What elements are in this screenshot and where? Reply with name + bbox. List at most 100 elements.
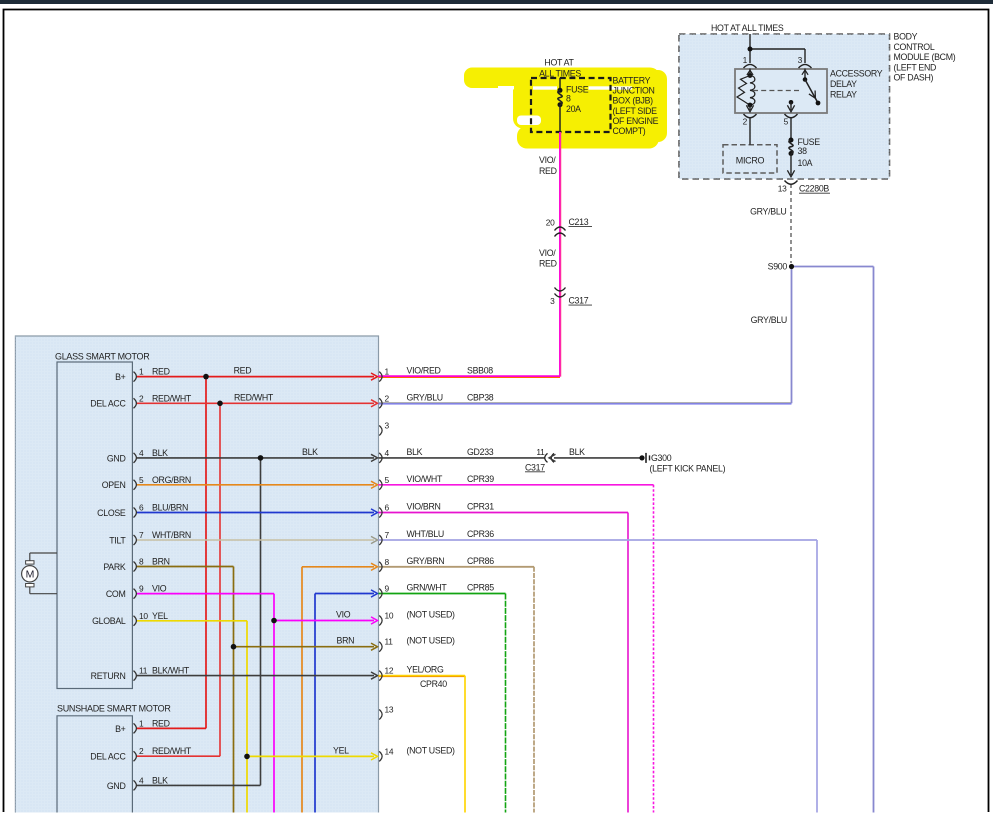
svg-text:CBP38: CBP38 — [467, 392, 494, 402]
svg-text:GRY/BRN: GRY/BRN — [407, 556, 445, 566]
svg-text:20A: 20A — [566, 104, 581, 114]
svg-text:11: 11 — [536, 447, 545, 457]
svg-text:20: 20 — [546, 217, 555, 227]
svg-text:SBB08: SBB08 — [467, 366, 493, 376]
svg-text:BLK: BLK — [152, 775, 168, 785]
svg-text:MODULE (BCM): MODULE (BCM) — [894, 52, 956, 62]
svg-text:M: M — [26, 569, 34, 581]
svg-text:RED: RED — [152, 367, 170, 377]
svg-text:VIO: VIO — [152, 584, 167, 594]
svg-text:6: 6 — [385, 503, 390, 513]
svg-text:JUNCTION: JUNCTION — [613, 86, 655, 96]
svg-text:4: 4 — [139, 775, 144, 785]
svg-text:(NOT USED): (NOT USED) — [407, 636, 456, 646]
svg-text:COMPT): COMPT) — [613, 126, 646, 136]
svg-text:1: 1 — [743, 55, 748, 65]
svg-text:8: 8 — [385, 557, 390, 567]
svg-text:6: 6 — [139, 503, 144, 513]
svg-text:VIO: VIO — [336, 610, 351, 620]
svg-text:RED/WHT: RED/WHT — [152, 746, 192, 756]
svg-text:9: 9 — [139, 584, 144, 594]
svg-text:HOT AT ALL TIMES: HOT AT ALL TIMES — [711, 23, 784, 33]
svg-text:BRN: BRN — [337, 636, 355, 646]
svg-text:GRN/WHT: GRN/WHT — [407, 583, 448, 593]
svg-text:B+: B+ — [115, 372, 126, 382]
svg-text:RELAY: RELAY — [830, 89, 857, 99]
svg-text:ORG/BRN: ORG/BRN — [152, 475, 191, 485]
svg-text:GRY/BLU: GRY/BLU — [750, 207, 786, 217]
svg-text:VIO/RED: VIO/RED — [407, 366, 441, 376]
svg-text:2: 2 — [139, 746, 144, 756]
svg-text:10: 10 — [385, 611, 394, 621]
svg-text:C317: C317 — [569, 296, 589, 306]
svg-text:BLK/WHT: BLK/WHT — [152, 666, 190, 676]
svg-text:OPEN: OPEN — [102, 480, 126, 490]
svg-text:8: 8 — [139, 557, 144, 567]
svg-text:OF DASH): OF DASH) — [894, 73, 934, 83]
svg-text:RED: RED — [539, 166, 557, 176]
svg-text:RED/WHT: RED/WHT — [234, 392, 274, 402]
svg-text:CPR31: CPR31 — [467, 502, 494, 512]
svg-text:4: 4 — [385, 448, 390, 458]
svg-text:CPR39: CPR39 — [467, 474, 494, 484]
svg-text:8: 8 — [566, 94, 571, 104]
svg-text:GRY/BLU: GRY/BLU — [407, 392, 443, 402]
svg-text:YEL: YEL — [333, 745, 349, 755]
svg-text:CPR86: CPR86 — [467, 556, 494, 566]
svg-text:3: 3 — [385, 421, 390, 431]
svg-text:HOT AT: HOT AT — [544, 58, 574, 68]
svg-text:GLASS SMART MOTOR: GLASS SMART MOTOR — [55, 352, 150, 362]
svg-text:VIO/WHT: VIO/WHT — [407, 474, 443, 484]
svg-text:BLK: BLK — [569, 447, 585, 457]
svg-text:CONTROL: CONTROL — [894, 42, 935, 52]
svg-text:GLOBAL: GLOBAL — [92, 616, 126, 626]
svg-text:11: 11 — [139, 666, 148, 676]
svg-text:5: 5 — [385, 475, 390, 485]
svg-text:CPR36: CPR36 — [467, 529, 494, 539]
svg-text:CPR40: CPR40 — [420, 679, 447, 689]
svg-text:COM: COM — [106, 589, 126, 599]
svg-text:WHT/BRN: WHT/BRN — [152, 530, 191, 540]
svg-text:CPR85: CPR85 — [467, 583, 494, 593]
svg-text:RED: RED — [152, 718, 170, 728]
svg-text:(NOT USED): (NOT USED) — [407, 745, 456, 755]
svg-text:YEL/ORG: YEL/ORG — [407, 665, 444, 675]
svg-text:3: 3 — [550, 296, 555, 306]
svg-text:2: 2 — [385, 393, 390, 403]
svg-text:VIO/: VIO/ — [539, 155, 556, 165]
svg-text:C317: C317 — [525, 462, 545, 472]
svg-text:VIO/BRN: VIO/BRN — [407, 502, 441, 512]
svg-text:BATTERY: BATTERY — [613, 76, 651, 86]
svg-text:DELAY: DELAY — [830, 79, 857, 89]
svg-text:(LEFT END: (LEFT END — [894, 62, 937, 72]
svg-text:S900: S900 — [768, 262, 788, 272]
svg-text:10A: 10A — [798, 158, 813, 168]
svg-text:OF ENGINE: OF ENGINE — [613, 116, 659, 126]
svg-text:B+: B+ — [115, 724, 126, 734]
svg-text:MICRO: MICRO — [736, 155, 765, 165]
svg-text:RED: RED — [539, 259, 557, 269]
svg-text:1: 1 — [139, 367, 144, 377]
svg-text:DEL ACC: DEL ACC — [90, 752, 126, 762]
svg-text:DEL ACC: DEL ACC — [90, 399, 126, 409]
svg-text:11: 11 — [385, 637, 394, 647]
svg-text:3: 3 — [798, 55, 803, 65]
svg-text:(LEFT KICK PANEL): (LEFT KICK PANEL) — [650, 464, 726, 474]
svg-text:CLOSE: CLOSE — [97, 508, 126, 518]
svg-text:RED: RED — [234, 366, 252, 376]
svg-text:13: 13 — [385, 705, 394, 715]
svg-text:1: 1 — [139, 718, 144, 728]
svg-text:7: 7 — [385, 530, 390, 540]
svg-text:GD233: GD233 — [467, 447, 494, 457]
svg-text:13: 13 — [778, 184, 787, 194]
svg-text:GND: GND — [107, 781, 126, 791]
svg-text:14: 14 — [385, 746, 394, 756]
svg-text:GND: GND — [107, 453, 126, 463]
svg-text:10: 10 — [139, 611, 148, 621]
svg-text:2: 2 — [139, 393, 144, 403]
svg-text:BLU/BRN: BLU/BRN — [152, 503, 188, 513]
svg-text:BODY: BODY — [894, 32, 918, 42]
svg-text:WHT/BLU: WHT/BLU — [407, 529, 445, 539]
svg-text:BLK: BLK — [152, 448, 168, 458]
svg-text:RETURN: RETURN — [91, 671, 126, 681]
